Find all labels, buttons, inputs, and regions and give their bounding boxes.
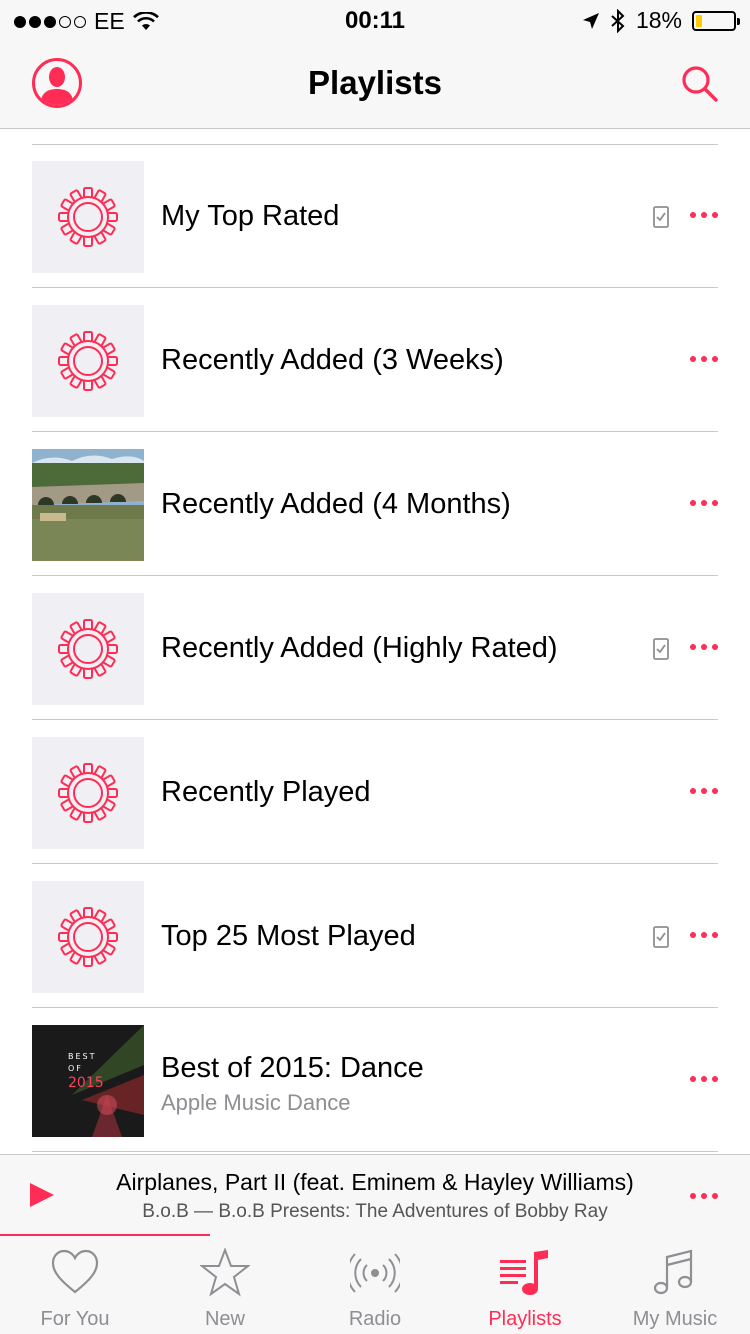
smart-playlist-gear-icon xyxy=(58,907,118,967)
playlist-subtitle: Apple Music Dance xyxy=(161,1090,351,1115)
playlist-artwork xyxy=(32,449,144,561)
battery-level xyxy=(696,14,703,27)
navigation-bar: Playlists xyxy=(0,40,750,129)
svg-text:BEST: BEST xyxy=(68,1052,97,1061)
music-note-icon xyxy=(653,1249,693,1295)
playlist-row[interactable]: Recently Added (3 Weeks) xyxy=(0,288,750,432)
tab-label: Playlists xyxy=(488,1308,562,1330)
battery-icon xyxy=(692,10,740,31)
playlist-title: Best of 2015: Dance xyxy=(161,1052,424,1084)
smart-playlist-gear-icon xyxy=(58,187,118,247)
smart-playlist-gear-icon xyxy=(58,331,118,391)
now-playing-bar[interactable]: Airplanes, Part II (feat. Eminem & Hayle… xyxy=(0,1154,750,1236)
more-button[interactable] xyxy=(690,210,718,220)
playlist-row[interactable]: Recently Added (4 Months) xyxy=(0,432,750,576)
playlist-title: Top 25 Most Played xyxy=(161,920,416,952)
playlist-row[interactable]: My Top Rated xyxy=(0,144,750,288)
smart-playlist-gear-icon xyxy=(58,619,118,679)
svg-text:2015: 2015 xyxy=(68,1075,104,1091)
playlist-artwork xyxy=(32,881,144,993)
playlist-title: My Top Rated xyxy=(161,200,340,232)
more-button[interactable] xyxy=(690,354,718,364)
battery-percent: 18% xyxy=(635,7,682,33)
tab-my-music[interactable]: My Music xyxy=(600,1236,750,1334)
tab-radio[interactable]: Radio xyxy=(300,1236,450,1334)
playlist-row[interactable]: BEST OF 2015 Best of 2015: Dance Apple Mus… xyxy=(0,1008,750,1152)
status-right: 18% xyxy=(582,7,740,34)
more-button[interactable] xyxy=(690,786,718,796)
playlist-artwork: BEST OF 2015 xyxy=(32,1025,144,1137)
playlist-artwork xyxy=(32,593,144,705)
now-playing-subtitle: B.o.B — B.o.B Presents: The Adventures o… xyxy=(142,1201,608,1222)
playlist-artwork xyxy=(32,161,144,273)
playlist-row[interactable]: Top 25 Most Played xyxy=(0,864,750,1008)
heart-icon xyxy=(51,1249,99,1294)
playlist-list: My Top Rated Recently Added (3 Weeks) Re… xyxy=(0,144,750,1152)
svg-text:OF: OF xyxy=(68,1064,83,1073)
status-bar: EE 00:11 18% xyxy=(0,0,750,40)
playlist-title: Recently Played xyxy=(161,776,371,808)
best-of-2015-cover-image: BEST OF 2015 xyxy=(32,1025,144,1137)
tab-label: Radio xyxy=(348,1308,402,1330)
tab-bar: For You New Radio Playlists My Music xyxy=(0,1236,750,1334)
tab-playlists[interactable]: Playlists xyxy=(450,1236,600,1334)
more-button[interactable] xyxy=(690,498,718,508)
smart-playlist-gear-icon xyxy=(58,763,118,823)
radio-icon xyxy=(350,1253,400,1293)
bluetooth-icon xyxy=(611,8,625,33)
tab-label: My Music xyxy=(632,1308,718,1330)
tab-new[interactable]: New xyxy=(150,1236,300,1334)
bridge-photo-image xyxy=(32,449,144,561)
row-divider xyxy=(32,1151,718,1152)
now-playing-title: Airplanes, Part II (feat. Eminem & Hayle… xyxy=(116,1169,634,1195)
playlist-title: Recently Added (Highly Rated) xyxy=(161,632,558,664)
search-icon xyxy=(682,66,718,102)
playlist-title: Recently Added (4 Months) xyxy=(161,488,511,520)
downloaded-icon xyxy=(653,206,669,228)
now-playing-more-button[interactable] xyxy=(690,1191,718,1201)
search-button[interactable] xyxy=(680,64,720,104)
tab-label: For You xyxy=(40,1308,110,1330)
page-title: Playlists xyxy=(308,64,442,101)
more-button[interactable] xyxy=(690,642,718,652)
downloaded-icon xyxy=(653,926,669,948)
downloaded-icon xyxy=(653,638,669,660)
more-button[interactable] xyxy=(690,1074,718,1084)
tab-label: New xyxy=(204,1308,245,1330)
tab-for-you[interactable]: For You xyxy=(0,1236,150,1334)
playlist-title: Recently Added (3 Weeks) xyxy=(161,344,504,376)
star-icon xyxy=(200,1248,250,1297)
more-button[interactable] xyxy=(690,930,718,940)
playlist-row[interactable]: Recently Played xyxy=(0,720,750,864)
playlist-row[interactable]: Recently Added (Highly Rated) xyxy=(0,576,750,720)
location-arrow-icon xyxy=(582,12,599,29)
playlists-icon xyxy=(500,1250,548,1295)
playlist-artwork xyxy=(32,305,144,417)
playlist-artwork xyxy=(32,737,144,849)
